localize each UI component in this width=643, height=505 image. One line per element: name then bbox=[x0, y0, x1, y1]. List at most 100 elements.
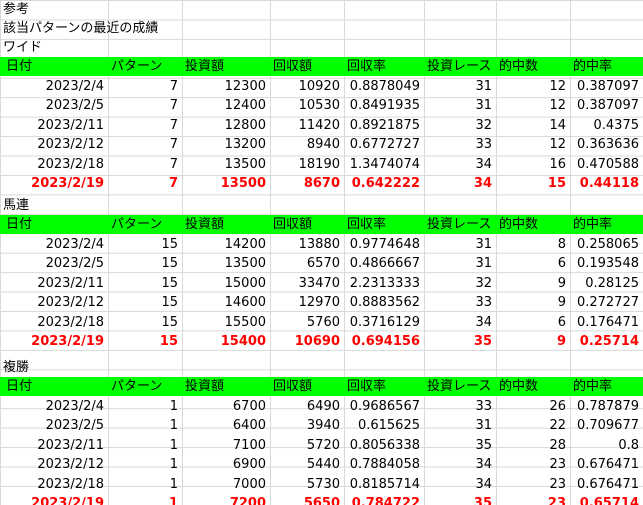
header-return[interactable]: 回収額 bbox=[270, 57, 344, 76]
cell-hits[interactable]: 23 bbox=[496, 455, 570, 474]
cell-pattern[interactable]: 7 bbox=[108, 116, 182, 135]
cell-races[interactable]: 35 bbox=[424, 436, 496, 455]
cell-pattern[interactable]: 1 bbox=[108, 494, 182, 505]
cell-return[interactable]: 6490 bbox=[270, 397, 344, 416]
cell-hits[interactable]: 23 bbox=[496, 494, 570, 505]
cell-investment[interactable]: 14600 bbox=[182, 293, 270, 312]
cell-investment[interactable]: 15400 bbox=[182, 332, 270, 351]
cell-hits[interactable]: 28 bbox=[496, 436, 570, 455]
cell-hit-rate[interactable]: 0.44118 bbox=[570, 174, 643, 193]
header-hit-rate[interactable]: 的中率 bbox=[570, 377, 643, 396]
cell-hit-rate[interactable]: 0.258065 bbox=[570, 235, 643, 254]
cell-return[interactable]: 3940 bbox=[270, 416, 344, 435]
cell-date[interactable]: 2023/2/18 bbox=[0, 155, 108, 174]
cell-return[interactable]: 6570 bbox=[270, 254, 344, 273]
cell-pattern[interactable]: 15 bbox=[108, 274, 182, 293]
note-ref[interactable]: 参考 bbox=[0, 0, 29, 19]
cell-hits[interactable]: 9 bbox=[496, 332, 570, 351]
cell-return[interactable]: 10690 bbox=[270, 332, 344, 351]
cell-pattern[interactable]: 15 bbox=[108, 293, 182, 312]
header-date[interactable]: 日付 bbox=[0, 57, 108, 76]
cell-pattern[interactable]: 1 bbox=[108, 397, 182, 416]
header-races[interactable]: 投資レース bbox=[424, 57, 496, 76]
cell-races[interactable]: 32 bbox=[424, 274, 496, 293]
cell-return-rate[interactable]: 0.8491935 bbox=[344, 96, 424, 115]
cell-hits[interactable]: 12 bbox=[496, 96, 570, 115]
header-investment[interactable]: 投資額 bbox=[182, 377, 270, 396]
cell-hit-rate[interactable]: 0.787879 bbox=[570, 397, 643, 416]
cell-return[interactable]: 5720 bbox=[270, 436, 344, 455]
cell-return-rate[interactable]: 0.8883562 bbox=[344, 293, 424, 312]
header-return-rate[interactable]: 回収率 bbox=[344, 57, 424, 76]
cell-date[interactable]: 2023/2/11 bbox=[0, 436, 108, 455]
header-return-rate[interactable]: 回収率 bbox=[344, 215, 424, 234]
header-return[interactable]: 回収額 bbox=[270, 377, 344, 396]
header-date[interactable]: 日付 bbox=[0, 377, 108, 396]
cell-hit-rate[interactable]: 0.470588 bbox=[570, 155, 643, 174]
cell-hit-rate[interactable]: 0.8 bbox=[570, 436, 643, 455]
cell-investment[interactable]: 12300 bbox=[182, 77, 270, 96]
cell-return[interactable]: 10530 bbox=[270, 96, 344, 115]
cell-pattern[interactable]: 15 bbox=[108, 332, 182, 351]
cell-date[interactable]: 2023/2/12 bbox=[0, 455, 108, 474]
cell-date[interactable]: 2023/2/11 bbox=[0, 274, 108, 293]
cell-pattern[interactable]: 1 bbox=[108, 416, 182, 435]
cell-return-rate[interactable]: 0.9686567 bbox=[344, 397, 424, 416]
cell-hit-rate[interactable]: 0.25714 bbox=[570, 332, 643, 351]
header-pattern[interactable]: パターン bbox=[108, 57, 182, 76]
cell-hit-rate[interactable]: 0.272727 bbox=[570, 293, 643, 312]
cell-investment[interactable]: 6400 bbox=[182, 416, 270, 435]
cell-return-rate[interactable]: 0.9774648 bbox=[344, 235, 424, 254]
cell-return-rate[interactable]: 0.4866667 bbox=[344, 254, 424, 273]
cell-pattern[interactable]: 7 bbox=[108, 155, 182, 174]
header-races[interactable]: 投資レース bbox=[424, 377, 496, 396]
cell-pattern[interactable]: 7 bbox=[108, 135, 182, 154]
cell-races[interactable]: 33 bbox=[424, 397, 496, 416]
header-pattern[interactable]: パターン bbox=[108, 215, 182, 234]
header-hits[interactable]: 的中数 bbox=[496, 215, 570, 234]
cell-pattern[interactable]: 7 bbox=[108, 96, 182, 115]
cell-hit-rate[interactable]: 0.193548 bbox=[570, 254, 643, 273]
cell-hit-rate[interactable]: 0.676471 bbox=[570, 475, 643, 494]
cell-return[interactable]: 33470 bbox=[270, 274, 344, 293]
cell-return-rate[interactable]: 1.3474074 bbox=[344, 155, 424, 174]
section-title[interactable]: 複勝 bbox=[0, 358, 29, 377]
cell-date[interactable]: 2023/2/5 bbox=[0, 254, 108, 273]
spreadsheet[interactable]: 参考 該当パターンの最近の成績 ワイド 日付 パターン 投資額 回収額 回収率 投資レース的… bbox=[0, 0, 643, 505]
cell-investment[interactable]: 15000 bbox=[182, 274, 270, 293]
cell-date[interactable]: 2023/2/12 bbox=[0, 135, 108, 154]
cell-pattern[interactable]: 7 bbox=[108, 77, 182, 96]
header-hit-rate[interactable]: 的中率 bbox=[570, 215, 643, 234]
cell-races[interactable]: 34 bbox=[424, 475, 496, 494]
cell-return[interactable]: 8940 bbox=[270, 135, 344, 154]
cell-hit-rate[interactable]: 0.4375 bbox=[570, 116, 643, 135]
cell-return-rate[interactable]: 0.615625 bbox=[344, 416, 424, 435]
cell-pattern[interactable]: 15 bbox=[108, 254, 182, 273]
cell-return[interactable]: 12970 bbox=[270, 293, 344, 312]
cell-races[interactable]: 34 bbox=[424, 174, 496, 193]
cell-return[interactable]: 5760 bbox=[270, 313, 344, 332]
cell-date[interactable]: 2023/2/19 bbox=[0, 174, 108, 193]
cell-return-rate[interactable]: 2.2313333 bbox=[344, 274, 424, 293]
cell-hits[interactable]: 12 bbox=[496, 77, 570, 96]
cell-investment[interactable]: 15500 bbox=[182, 313, 270, 332]
cell-investment[interactable]: 7000 bbox=[182, 475, 270, 494]
cell-races[interactable]: 35 bbox=[424, 332, 496, 351]
note-recent[interactable]: 該当パターンの最近の成績 bbox=[0, 19, 158, 38]
cell-hits[interactable]: 16 bbox=[496, 155, 570, 174]
header-return-rate[interactable]: 回収率 bbox=[344, 377, 424, 396]
header-investment[interactable]: 投資額 bbox=[182, 215, 270, 234]
header-hits[interactable]: 的中数 bbox=[496, 377, 570, 396]
cell-return[interactable]: 18190 bbox=[270, 155, 344, 174]
cell-return-rate[interactable]: 0.8878049 bbox=[344, 77, 424, 96]
cell-return[interactable]: 5730 bbox=[270, 475, 344, 494]
cell-investment[interactable]: 6900 bbox=[182, 455, 270, 474]
cell-hits[interactable]: 14 bbox=[496, 116, 570, 135]
cell-races[interactable]: 34 bbox=[424, 155, 496, 174]
cell-date[interactable]: 2023/2/11 bbox=[0, 116, 108, 135]
cell-hit-rate[interactable]: 0.363636 bbox=[570, 135, 643, 154]
cell-investment[interactable]: 7200 bbox=[182, 494, 270, 505]
cell-hits[interactable]: 12 bbox=[496, 135, 570, 154]
cell-hit-rate[interactable]: 0.387097 bbox=[570, 77, 643, 96]
cell-investment[interactable]: 12400 bbox=[182, 96, 270, 115]
